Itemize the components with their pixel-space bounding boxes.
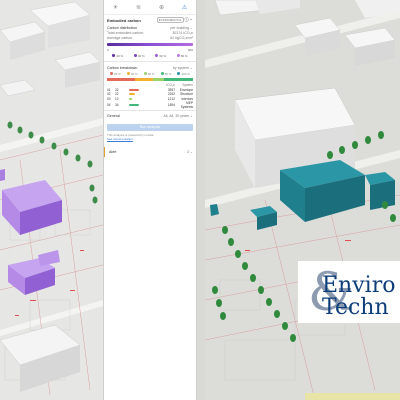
breakdown-id: 02 xyxy=(107,92,111,97)
sun-icon[interactable]: ☀ xyxy=(112,3,120,11)
gradient-labels: 0 800 xyxy=(104,48,196,52)
breakdown-bar xyxy=(129,93,136,96)
general-value: All, All, 30 years xyxy=(163,114,189,118)
documentation-link[interactable]: See documentation xyxy=(107,137,133,141)
alert-count: 3 xyxy=(186,149,189,154)
general-row[interactable]: General All, All, 30 years ⌄ xyxy=(104,114,196,119)
powered-by-note: This analysis is powered by Locale. See … xyxy=(107,132,155,141)
panel-toolbar: ☀ ≋ ⊕ ⚠ xyxy=(104,0,196,15)
carbon-gradient-bar xyxy=(107,43,193,46)
map-view-left[interactable] xyxy=(0,0,103,400)
embodied-carbon-header: Embodied carbon EXPERIMENTAL ⓘ ⌃ xyxy=(104,15,196,25)
breakdown-id: 03 xyxy=(107,96,111,101)
total-carbon-label: Total embodied carbon xyxy=(107,30,144,35)
general-label: General xyxy=(107,114,120,118)
breakdown-system: MEP Systems xyxy=(180,101,193,109)
alert-row[interactable]: Alert 3 ⌄ xyxy=(104,146,196,157)
run-analysis-button[interactable]: Run analysis xyxy=(107,123,193,131)
distribution-unit-select[interactable]: per building ⌄ xyxy=(170,26,193,30)
breakdown-bar-track xyxy=(129,88,157,91)
map-view-right[interactable] xyxy=(205,0,400,400)
breakdown-bar-track xyxy=(129,104,157,106)
section-title: Embodied carbon xyxy=(107,17,141,23)
city-3d-render-right xyxy=(205,0,400,400)
gradient-min: 0 xyxy=(107,48,109,52)
breakdown-stacked-bar xyxy=(107,78,193,81)
layers-icon[interactable]: ≋ xyxy=(135,3,143,11)
gradient-max: 800 xyxy=(187,48,193,52)
analysis-panel: ☀ ≋ ⊕ ⚠ Embodied carbon EXPERIMENTAL ⓘ ⌃… xyxy=(103,0,197,400)
publisher-logo: & Enviro Techn xyxy=(298,261,400,323)
average-carbon-value: 62 kgCO₂e/m² xyxy=(170,35,193,40)
breakdown-value: 2252 xyxy=(167,92,175,97)
globe-icon[interactable]: ⊕ xyxy=(158,3,166,11)
breakdown-value: 3557 xyxy=(167,87,175,92)
breakdown-bar xyxy=(129,88,139,91)
city-3d-render-left xyxy=(0,0,103,400)
breakdown-id: 04 xyxy=(107,103,111,107)
experimental-badge: EXPERIMENTAL xyxy=(156,17,184,23)
breakdown-row[interactable]: 04 34 1894 MEP Systems xyxy=(104,101,196,109)
chevron-up-icon[interactable]: ⌃ xyxy=(190,18,193,23)
logo-line-2: Techn xyxy=(322,295,389,320)
breakdown-value: 1894 xyxy=(167,103,175,107)
average-carbon-row: Average carbon 62 kgCO₂e/m² xyxy=(104,35,196,40)
distribution-legend: 20 % 40 % 60 % 80 % xyxy=(104,54,196,58)
breakdown-pct: 12 xyxy=(115,96,119,101)
breakdown-pct: 34 xyxy=(115,103,119,107)
carbon-icon[interactable]: ⚠ xyxy=(181,3,189,11)
divider xyxy=(104,61,196,62)
alert-label: Alert xyxy=(109,149,117,154)
breakdown-title: Carbon breakdown xyxy=(107,65,138,70)
breakdown-pct: 32 xyxy=(115,87,119,92)
breakdown-id: 01 xyxy=(107,87,111,92)
divider xyxy=(104,109,196,111)
breakdown-bar-track xyxy=(129,93,157,96)
breakdown-header: Carbon breakdown by system ⌄ xyxy=(104,65,196,70)
info-icon[interactable]: ⓘ xyxy=(185,17,189,23)
total-carbon-value: 30374 tCO₂e xyxy=(172,30,193,35)
breakdown-group-select[interactable]: by system ⌄ xyxy=(173,66,193,70)
distribution-label: Carbon distribution xyxy=(107,25,138,30)
breakdown-pct: 22 xyxy=(115,92,119,97)
breakdown-bar xyxy=(129,97,133,100)
breakdown-legend: 20 % 40 % 60 % 80 % 100 % xyxy=(104,72,196,76)
breakdown-bar-track xyxy=(129,97,157,100)
breakdown-value: 1212 xyxy=(167,96,175,101)
breakdown-system: Structure xyxy=(180,92,193,97)
breakdown-system: Envelope xyxy=(179,87,193,92)
average-carbon-label: Average carbon xyxy=(107,35,133,40)
breakdown-bar xyxy=(129,104,139,106)
